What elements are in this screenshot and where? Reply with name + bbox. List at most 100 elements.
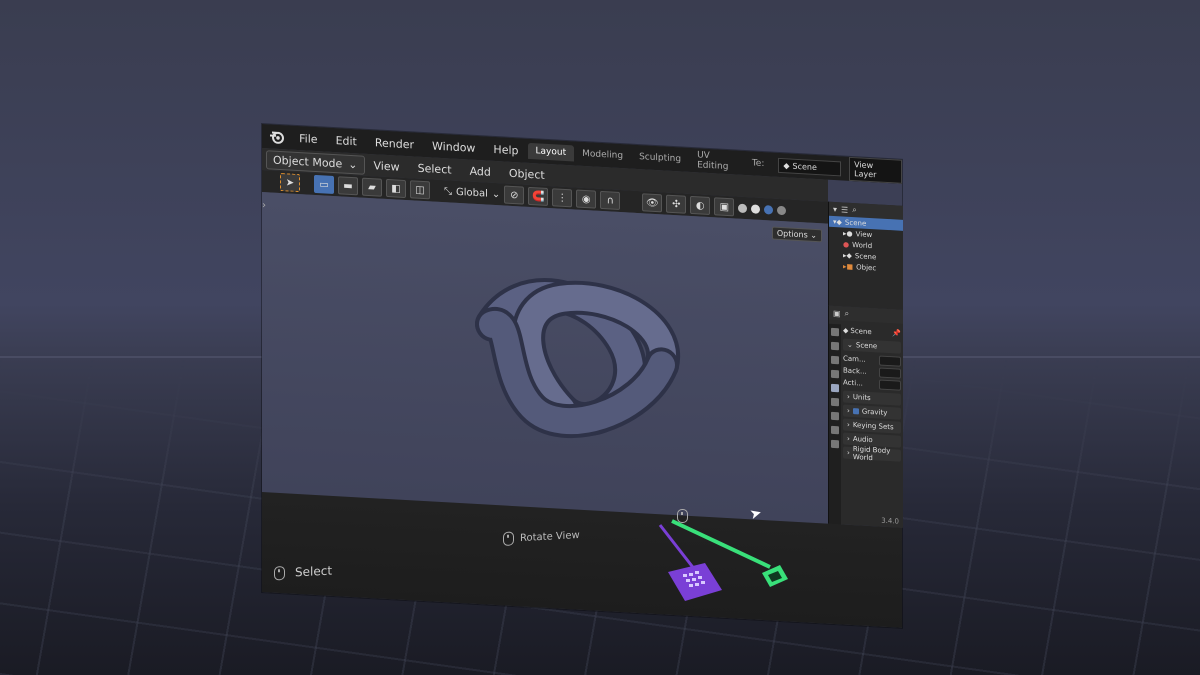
shading-material-icon[interactable] <box>764 204 774 215</box>
tab-layout[interactable]: Layout <box>527 142 575 162</box>
background-scene-field[interactable] <box>879 367 901 379</box>
chevron-down-icon: ⌄ <box>348 157 358 171</box>
search-icon[interactable]: ⌕ <box>845 309 849 319</box>
gravity-panel-header[interactable]: › Gravity <box>843 404 901 420</box>
panel-label: Gravity <box>861 407 888 417</box>
select-box-extend-icon[interactable]: ▬ <box>338 176 358 196</box>
transform-orientation-icon: ⤡ <box>444 185 452 198</box>
outliner-row-label: Scene <box>854 251 877 261</box>
properties-panel: ▣ ⌕ ◆ Scene 📌 ⌄ Scene Cam... Back... Act… <box>828 305 903 529</box>
rigid-body-world-panel-header[interactable]: › Rigid Body World <box>843 445 901 462</box>
keying-sets-panel-header[interactable]: › Keying Sets <box>843 418 901 434</box>
outliner-row-label: World <box>852 240 873 250</box>
select-label: Select <box>295 563 333 580</box>
shading-rendered-icon[interactable] <box>777 205 787 215</box>
scene-icon: ▾◆ <box>833 217 842 226</box>
object-icon: ▸■ <box>843 261 854 271</box>
gizmo-icon[interactable]: ✣ <box>666 194 687 214</box>
shading-solid-icon[interactable] <box>751 203 761 214</box>
scene-name: Scene <box>792 161 817 172</box>
menu-add[interactable]: Add <box>461 164 500 179</box>
field-label: Back... <box>843 366 867 376</box>
properties-title-row: ◆ Scene 📌 <box>843 324 901 339</box>
camera-field[interactable] <box>879 355 901 367</box>
select-box-new-icon[interactable]: ▭ <box>314 174 334 195</box>
chevron-right-icon: › <box>847 420 850 429</box>
filter-icon[interactable]: ▾ <box>833 204 837 213</box>
tab-sculpting[interactable]: Sculpting <box>631 149 689 168</box>
outliner-row-label: View <box>855 229 873 239</box>
view-layer-name: View Layer <box>854 160 877 180</box>
transform-orientation-label: Global <box>456 186 488 200</box>
left-controller-keyboard-icon[interactable] <box>668 563 722 601</box>
properties-tab-strip <box>829 323 841 529</box>
snap-icon[interactable]: 🧲 <box>528 186 549 207</box>
scene-tab-icon[interactable] <box>831 383 839 393</box>
overlay-icon[interactable]: ◐ <box>690 195 711 216</box>
search-icon[interactable]: ⌕ <box>852 205 856 215</box>
panel-label: Audio <box>852 435 873 445</box>
version-label: 3.4.0 <box>881 516 899 526</box>
menu-file[interactable]: File <box>290 131 326 146</box>
select-box-subtract-icon[interactable]: ▰ <box>362 177 382 197</box>
menu-render[interactable]: Render <box>366 135 423 151</box>
collection-tab-icon[interactable] <box>831 411 839 421</box>
trefoil-knot-mesh[interactable] <box>262 192 828 524</box>
menu-object[interactable]: Object <box>500 166 554 182</box>
view-layer-tab-icon[interactable] <box>831 369 839 379</box>
snap-target-icon[interactable]: ⋮ <box>552 188 573 208</box>
3d-viewport[interactable]: › Options ⌄ <box>262 192 828 524</box>
chevron-right-icon: › <box>847 406 850 415</box>
select-tool-cursor-icon[interactable]: ➤ <box>280 173 300 193</box>
output-tab-icon[interactable] <box>831 355 839 365</box>
select-box-intersect-icon[interactable]: ◫ <box>410 180 430 200</box>
panel-label: Keying Sets <box>852 421 894 432</box>
pivot-point-icon[interactable]: ⊘ <box>504 185 525 205</box>
visibility-eye-icon[interactable]: 👁 <box>642 193 663 213</box>
render-tab-icon[interactable] <box>831 341 839 351</box>
outliner-panel: ▾ ☰ ⌕ ▾◆ Scene ▸● View ● World ▸◆ Scene … <box>828 201 903 310</box>
menu-view[interactable]: View <box>365 158 409 173</box>
properties-title: Scene <box>850 326 872 337</box>
chevron-right-icon: › <box>847 392 850 401</box>
scene-section-header[interactable]: ⌄ Scene <box>843 338 901 354</box>
mouse-left-icon <box>274 565 285 581</box>
mode-label: Object Mode <box>273 153 343 170</box>
modifier-tab-icon[interactable] <box>831 439 839 449</box>
shading-wireframe-icon[interactable] <box>738 203 748 213</box>
menu-edit[interactable]: Edit <box>327 133 366 148</box>
view-layer-selector[interactable]: View Layer <box>849 156 902 184</box>
editor-type-icon[interactable]: ▣ <box>833 308 841 317</box>
tab-modeling[interactable]: Modeling <box>574 145 631 164</box>
menu-help[interactable]: Help <box>484 142 527 157</box>
proportional-edit-icon[interactable]: ◉ <box>576 189 597 209</box>
world-tab-icon[interactable] <box>831 397 839 407</box>
display-mode-icon[interactable]: ☰ <box>841 205 848 214</box>
view-icon: ▸● <box>843 228 853 238</box>
select-box-invert-icon[interactable]: ◧ <box>386 178 406 199</box>
scene-icon: ◆ <box>783 160 790 170</box>
transform-orientation-dropdown[interactable]: ⤡ Global ⌄ <box>444 186 500 200</box>
gravity-checkbox[interactable] <box>852 408 859 415</box>
chevron-right-icon: › <box>847 434 850 443</box>
scene-selector[interactable]: ◆ Scene <box>778 157 842 176</box>
menu-select[interactable]: Select <box>409 161 461 177</box>
chevron-down-icon: ⌄ <box>491 188 501 200</box>
pin-icon[interactable]: 📌 <box>892 329 901 337</box>
active-clip-field[interactable] <box>879 379 901 391</box>
tool-tab-icon[interactable] <box>831 327 839 337</box>
falloff-icon[interactable]: ∩ <box>600 190 621 211</box>
right-controller-icon[interactable] <box>762 565 788 587</box>
blender-logo-icon[interactable] <box>268 125 286 148</box>
object-tab-icon[interactable] <box>831 425 839 435</box>
properties-header: ▣ ⌕ <box>829 305 903 324</box>
xray-icon[interactable]: ▣ <box>714 197 735 217</box>
scene-icon: ▸◆ <box>843 250 852 260</box>
tab-texture-paint[interactable]: Te: <box>744 155 773 173</box>
left-controller-ray <box>658 524 697 571</box>
active-clip-field-row: Acti... <box>843 376 901 391</box>
units-panel-header[interactable]: › Units <box>843 390 901 406</box>
chevron-right-icon: › <box>847 448 850 457</box>
menu-window[interactable]: Window <box>423 139 484 155</box>
mouse-middle-icon <box>503 531 514 547</box>
